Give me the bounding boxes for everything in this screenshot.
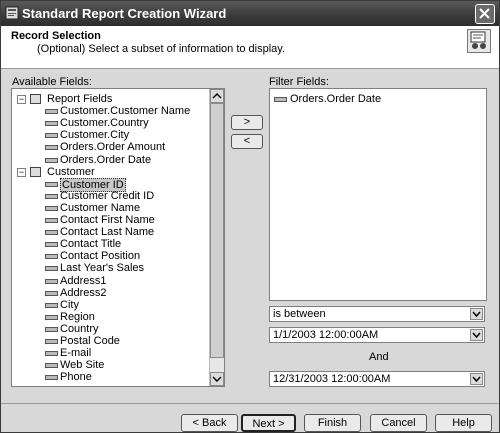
- tree-field-item[interactable]: Region: [60, 311, 95, 323]
- tree-group[interactable]: Customer: [47, 166, 95, 178]
- cancel-button[interactable]: Cancel: [370, 414, 427, 432]
- filter-end-date-value: 12/31/2003 12:00:00AM: [273, 373, 391, 385]
- report-fields-icon: [30, 94, 41, 104]
- tree-field-item[interactable]: Orders.Order Date: [60, 154, 151, 166]
- field-icon: [45, 302, 58, 308]
- field-icon: [45, 326, 58, 332]
- field-icon: [45, 133, 58, 139]
- tree-field-item[interactable]: Customer.City: [60, 129, 129, 141]
- dropdown-arrow[interactable]: [470, 373, 483, 385]
- filter-end-date-dropdown[interactable]: 12/31/2003 12:00:00AM: [269, 371, 485, 387]
- filter-operator-value: is between: [273, 308, 326, 320]
- tree-field-item[interactable]: Orders.Order Amount: [60, 141, 165, 153]
- field-icon: [45, 266, 58, 272]
- filter-fields-list[interactable]: Orders.Order Date: [269, 88, 487, 301]
- back-button[interactable]: < Back: [181, 414, 238, 432]
- field-icon: [45, 351, 58, 357]
- tree-field-item[interactable]: Customer Name: [60, 202, 140, 214]
- arrow-up-icon: [212, 92, 222, 99]
- arrow-down-icon: [212, 376, 222, 383]
- tree-field-item[interactable]: Contact Title: [60, 238, 121, 250]
- next-button[interactable]: Next >: [241, 414, 296, 432]
- tree-field-item[interactable]: Web Site: [60, 359, 104, 371]
- title-bar[interactable]: Standard Report Creation Wizard: [1, 1, 499, 26]
- table-icon: [30, 166, 41, 177]
- dropdown-arrow[interactable]: [470, 329, 483, 341]
- chevron-down-icon: [472, 376, 481, 383]
- page-subtitle: (Optional) Select a subset of informatio…: [37, 43, 286, 55]
- field-icon: [45, 181, 58, 187]
- field-icon: [45, 242, 58, 248]
- remove-filter-button[interactable]: <: [231, 134, 263, 149]
- tree-field-item[interactable]: Customer.Customer Name: [60, 105, 190, 117]
- tree-field-item[interactable]: Phone: [60, 371, 92, 383]
- scroll-down-button[interactable]: [210, 372, 224, 386]
- tree-field-item[interactable]: Contact Last Name: [60, 226, 154, 238]
- scroll-up-button[interactable]: [210, 89, 224, 103]
- field-icon: [45, 254, 58, 260]
- tree-field-item[interactable]: City: [60, 299, 79, 311]
- page-title: Record Selection: [11, 30, 101, 42]
- field-icon: [45, 218, 58, 223]
- wizard-header: Record Selection (Optional) Select a sub…: [1, 26, 499, 69]
- wizard-icon: [467, 29, 491, 53]
- field-icon: [45, 230, 58, 236]
- field-icon: [45, 375, 58, 381]
- tree-field-item[interactable]: Customer.Country: [60, 117, 149, 129]
- close-icon: [479, 8, 490, 19]
- close-button[interactable]: [475, 4, 495, 24]
- field-icon: [45, 121, 58, 127]
- finish-button[interactable]: Finish: [304, 414, 361, 432]
- app-icon: [5, 6, 19, 20]
- scroll-thumb[interactable]: [210, 103, 224, 358]
- field-icon: [45, 290, 58, 296]
- filter-fields-label: Filter Fields:: [269, 76, 329, 88]
- add-filter-button[interactable]: >: [231, 115, 263, 130]
- vertical-scrollbar[interactable]: [209, 89, 224, 386]
- filter-operator-dropdown[interactable]: is between: [269, 306, 485, 322]
- filter-field-item[interactable]: Orders.Order Date: [290, 93, 381, 105]
- tree-field-item[interactable]: Address2: [60, 287, 106, 299]
- tree-field-item[interactable]: Customer Credit ID: [60, 190, 154, 202]
- tree-field-item[interactable]: Address1: [60, 275, 106, 287]
- collapse-toggle[interactable]: −: [17, 95, 26, 104]
- field-icon: [45, 314, 58, 320]
- collapse-toggle[interactable]: −: [17, 167, 26, 177]
- footer-divider: [1, 403, 499, 404]
- field-icon: [45, 363, 58, 369]
- field-icon: [45, 278, 58, 284]
- tree-field-item[interactable]: Contact First Name: [60, 214, 155, 226]
- dropdown-arrow[interactable]: [470, 308, 483, 320]
- field-icon: [45, 193, 58, 199]
- tree-field-item[interactable]: Last Year's Sales: [60, 262, 144, 274]
- field-icon: [45, 205, 58, 211]
- field-icon: [274, 97, 287, 102]
- wizard-window: Standard Report Creation Wizard Record S…: [0, 0, 500, 433]
- tree-field-item[interactable]: E-mail: [60, 347, 91, 359]
- available-fields-label: Available Fields:: [12, 76, 92, 88]
- tree-group[interactable]: Report Fields: [47, 93, 112, 105]
- chevron-down-icon: [472, 311, 481, 318]
- field-icon: [45, 109, 58, 115]
- available-fields-tree[interactable]: − Report Fields Customer.Customer Name Cust…: [11, 88, 225, 387]
- tree-field-item[interactable]: Country: [60, 323, 99, 335]
- field-icon: [45, 339, 58, 344]
- and-label: And: [369, 351, 389, 363]
- filter-start-date-value: 1/1/2003 12:00:00AM: [273, 329, 379, 341]
- filter-start-date-dropdown[interactable]: 1/1/2003 12:00:00AM: [269, 327, 485, 343]
- chevron-down-icon: [472, 332, 481, 339]
- field-icon: [45, 157, 58, 163]
- help-button[interactable]: Help: [435, 414, 492, 432]
- tree-field-item[interactable]: Contact Position: [60, 250, 140, 262]
- tree-field-item[interactable]: Postal Code: [60, 335, 120, 347]
- window-title: Standard Report Creation Wizard: [22, 6, 227, 21]
- field-icon: [45, 145, 58, 151]
